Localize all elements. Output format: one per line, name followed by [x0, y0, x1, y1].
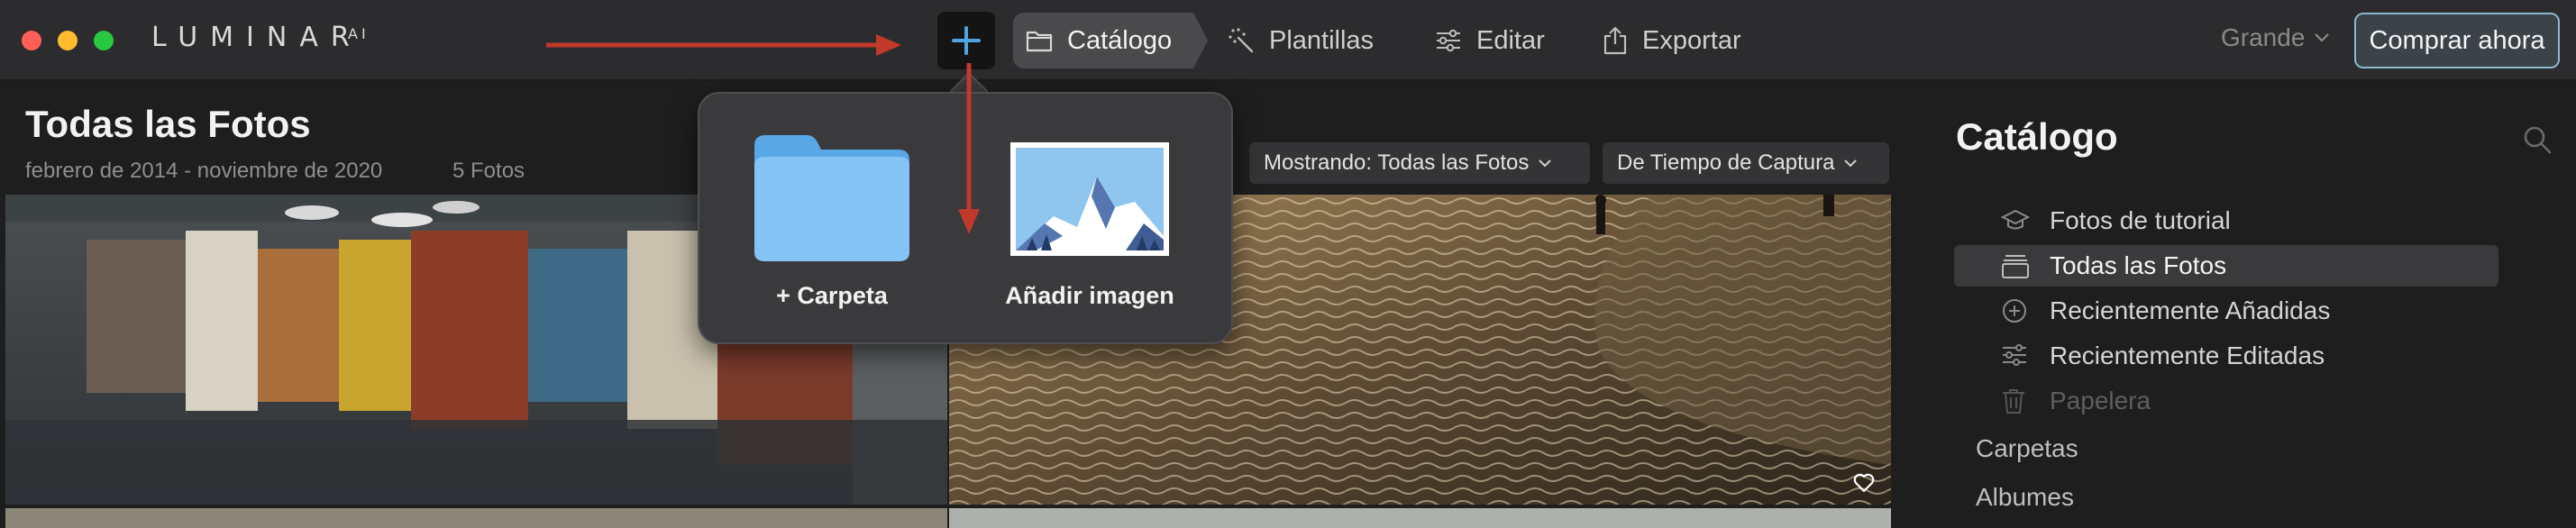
add-photos-popover: + Carpeta Añadir imagen	[698, 92, 1233, 344]
sidebar-section-folders[interactable]: Carpetas	[1976, 434, 2078, 463]
sliders-icon	[1437, 29, 1460, 52]
image-icon	[1010, 142, 1169, 256]
photo-thumbnail-3[interactable]	[5, 508, 947, 528]
sidebar-item-label: Fotos de tutorial	[2050, 206, 2231, 234]
graduation-cap-icon	[2001, 209, 2030, 230]
chevron-down-icon	[1844, 159, 1858, 168]
add-image-label: Añadir imagen	[1005, 282, 1174, 309]
sidebar-item-trash[interactable]: Papelera	[1954, 380, 2498, 422]
photo-count: 5 Fotos	[452, 159, 525, 183]
app-logo: LUMINAR	[151, 22, 362, 53]
date-range: febrero de 2014 - noviembre de 2020	[25, 159, 383, 183]
sidebar-item-label: Todas las Fotos	[2050, 251, 2227, 279]
close-window-button[interactable]	[22, 31, 41, 50]
folder-icon	[1026, 31, 1053, 52]
sidebar-item-label: Recientemente Añadidas	[2050, 296, 2331, 324]
add-folder-label: + Carpeta	[776, 282, 888, 309]
add-image-option[interactable]: Añadir imagen	[986, 130, 1193, 310]
page-title: Todas las Fotos	[25, 103, 311, 145]
tab-catalogo[interactable]: Catálogo	[1013, 13, 1208, 68]
sidebar-item-recently-edited[interactable]: Recientemente Editadas	[1954, 335, 2498, 377]
sidebar-section-albums[interactable]: Albumes	[1976, 483, 2074, 512]
tab-catalogo-label: Catálogo	[1067, 25, 1173, 55]
buy-now-button[interactable]: Comprar ahora	[2354, 13, 2560, 68]
app-logo-suffix: AI	[348, 25, 370, 42]
plus-circle-icon	[2003, 299, 2026, 323]
tab-editar-label: Editar	[1476, 25, 1545, 55]
chevron-down-icon	[1539, 159, 1552, 168]
sidebar-item-tutorial-photos[interactable]: Fotos de tutorial	[1954, 200, 2498, 241]
sort-dropdown[interactable]: De Tiempo de Captura	[1603, 142, 1889, 184]
sidebar-item-label: Papelera	[2050, 387, 2151, 414]
tab-plantillas-label: Plantillas	[1269, 25, 1375, 55]
top-toolbar: LUMINAR AI Catálogo Plantillas Editar Ex…	[0, 0, 2576, 81]
add-folder-option[interactable]: + Carpeta	[728, 130, 936, 310]
tab-exportar-label: Exportar	[1642, 25, 1741, 55]
plus-icon	[952, 26, 981, 55]
minimize-window-button[interactable]	[58, 31, 78, 50]
show-filter-label: Mostrando: Todas las Fotos	[1264, 150, 1530, 175]
sort-label: De Tiempo de Captura	[1617, 150, 1835, 175]
thumbnail-size-label: Grande	[2221, 23, 2306, 51]
stack-icon	[2002, 255, 2029, 278]
magic-wand-icon	[1229, 28, 1254, 53]
add-photos-button[interactable]	[937, 12, 995, 69]
sidebar-item-label: Recientemente Editadas	[2050, 341, 2325, 369]
folder-icon	[754, 135, 909, 261]
trash-icon	[2003, 389, 2024, 414]
zoom-window-button[interactable]	[94, 31, 114, 50]
thumbnail-size-select[interactable]: Grande	[2221, 23, 2330, 52]
tab-exportar[interactable]: Exportar	[1603, 13, 1741, 68]
show-filter-dropdown[interactable]: Mostrando: Todas las Fotos	[1249, 142, 1590, 184]
sliders-icon	[2003, 344, 2026, 366]
share-icon	[1603, 26, 1627, 55]
tab-plantillas[interactable]: Plantillas	[1228, 13, 1374, 68]
sidebar-item-all-photos[interactable]: Todas las Fotos	[1954, 245, 2498, 287]
photo-thumbnail-4[interactable]	[949, 508, 1891, 528]
chevron-down-icon	[2315, 33, 2330, 42]
tab-editar[interactable]: Editar	[1435, 13, 1545, 68]
search-icon[interactable]	[2522, 124, 2553, 155]
heart-icon[interactable]	[1853, 473, 1875, 493]
sidebar-item-recently-added[interactable]: Recientemente Añadidas	[1954, 290, 2498, 332]
catalog-sidebar: Catálogo Fotos de tutorial Todas las Fot…	[1891, 83, 2576, 528]
sidebar-title: Catálogo	[1956, 115, 2118, 158]
